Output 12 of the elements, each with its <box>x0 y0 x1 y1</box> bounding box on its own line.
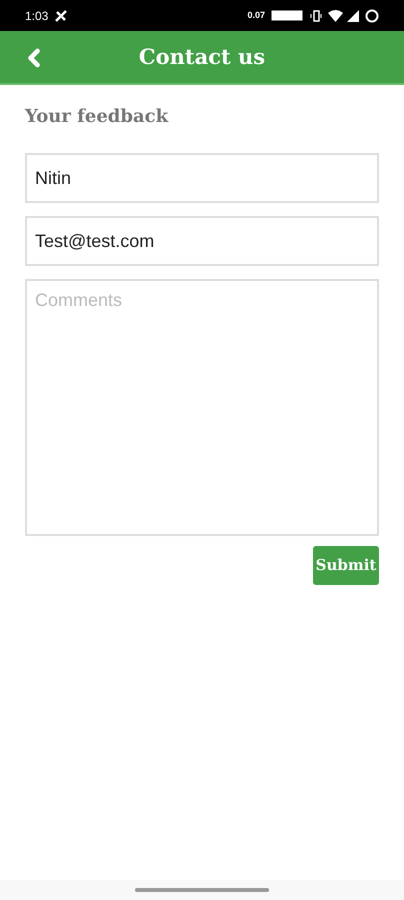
vibrate-icon <box>310 10 322 22</box>
wifi-icon <box>328 10 343 22</box>
status-time: 1:03 <box>25 8 48 24</box>
battery-icon <box>365 8 379 22</box>
comments-field[interactable]: Comments <box>25 279 379 536</box>
text-field[interactable]: Nitin <box>25 153 379 203</box>
text-field[interactable]: Test@test.com <box>25 216 379 266</box>
notification-icon <box>54 8 68 22</box>
signal-icon <box>347 10 359 22</box>
network-speed: 0.07 <box>247 11 265 20</box>
header-title: Contact us <box>138 43 266 72</box>
section-title: Your feedback <box>25 105 170 129</box>
